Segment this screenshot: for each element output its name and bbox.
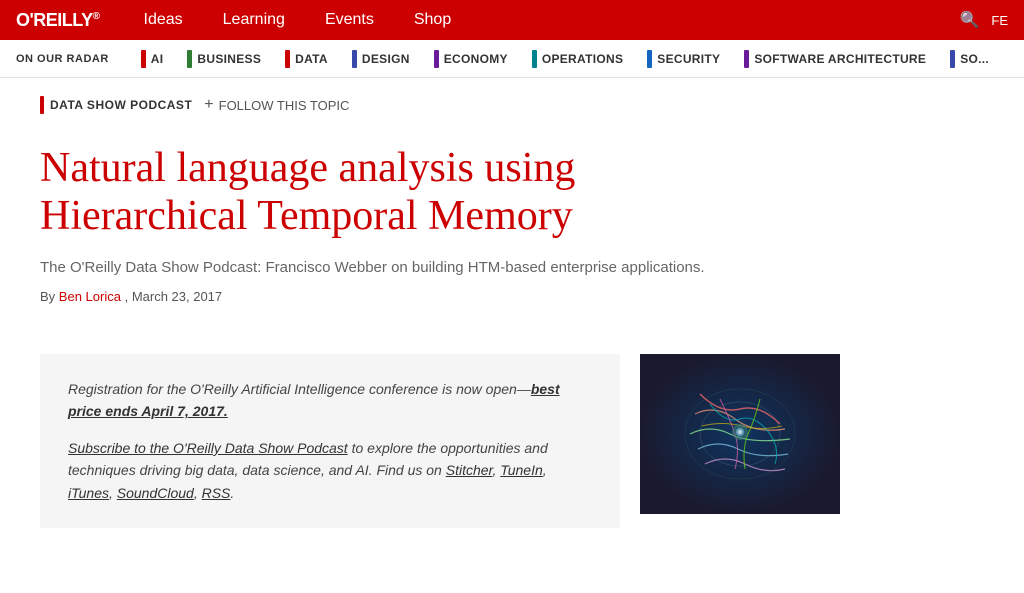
author-link[interactable]: Ben Lorica <box>59 289 121 304</box>
subscribe-link[interactable]: Subscribe to the O'Reilly Data Show Podc… <box>68 440 348 456</box>
main-content: Natural language analysis using Hierarch… <box>0 124 820 334</box>
security-dot <box>647 50 652 68</box>
radar-topic-software-architecture[interactable]: SOFTWARE ARCHITECTURE <box>732 50 938 68</box>
radar-topic-business[interactable]: BUSINESS <box>175 50 273 68</box>
data-dot <box>285 50 290 68</box>
nav-right-icons: 🔍 FE <box>959 10 1008 30</box>
logo-area[interactable]: O'REILLY® <box>16 10 100 31</box>
software-architecture-label: SOFTWARE ARCHITECTURE <box>754 52 926 66</box>
callout-section: Registration for the O'Reilly Artificial… <box>0 354 1024 528</box>
article-byline: By Ben Lorica , March 23, 2017 <box>40 289 780 304</box>
itunes-link[interactable]: iTunes <box>68 485 109 501</box>
article-title: Natural language analysis using Hierarch… <box>40 144 780 241</box>
ai-dot <box>141 50 146 68</box>
data-label: DATA <box>295 52 328 66</box>
article-date: March 23, 2017 <box>132 289 222 304</box>
plus-icon: + <box>204 96 213 114</box>
breadcrumb-bar: DATA SHOW PODCAST + FOLLOW THIS TOPIC <box>0 78 1024 124</box>
period: . <box>230 485 234 501</box>
more-dot <box>950 50 955 68</box>
radar-label: ON OUR RADAR <box>16 53 109 65</box>
podcast-badge-label: DATA SHOW PODCAST <box>50 98 192 112</box>
rss-link[interactable]: RSS <box>202 485 231 501</box>
byline-comma: , <box>125 289 132 304</box>
radar-topic-data[interactable]: DATA <box>273 50 340 68</box>
comma-4: , <box>194 485 202 501</box>
radar-topic-ai[interactable]: AI <box>129 50 176 68</box>
article-image <box>640 354 840 514</box>
radar-topic-economy[interactable]: ECONOMY <box>422 50 520 68</box>
radar-topic-more[interactable]: SO... <box>938 50 1001 68</box>
operations-label: OPERATIONS <box>542 52 623 66</box>
radar-topic-security[interactable]: SECURITY <box>635 50 732 68</box>
soundcloud-link[interactable]: SoundCloud <box>117 485 194 501</box>
radar-topic-operations[interactable]: OPERATIONS <box>520 50 635 68</box>
callout-paragraph-2: Subscribe to the O'Reilly Data Show Podc… <box>68 437 592 504</box>
operations-dot <box>532 50 537 68</box>
radar-topics: AI BUSINESS DATA DESIGN ECONOMY OPERATIO… <box>129 50 1001 68</box>
logo[interactable]: O'REILLY® <box>16 10 100 31</box>
more-label: SO... <box>960 52 989 66</box>
callout-p1-text: Registration for the O'Reilly Artificial… <box>68 381 531 397</box>
article-subtitle: The O'Reilly Data Show Podcast: Francisc… <box>40 257 780 280</box>
security-label: SECURITY <box>657 52 720 66</box>
nav-links: Ideas Learning Events Shop <box>124 0 472 40</box>
radar-bar: ON OUR RADAR AI BUSINESS DATA DESIGN ECO… <box>0 40 1024 78</box>
comma-2: , <box>543 462 547 478</box>
logo-registered: ® <box>93 11 100 22</box>
software-architecture-dot <box>744 50 749 68</box>
design-label: DESIGN <box>362 52 410 66</box>
comma-3: , <box>109 485 117 501</box>
radar-topic-design[interactable]: DESIGN <box>340 50 422 68</box>
nav-events[interactable]: Events <box>305 0 394 40</box>
economy-label: ECONOMY <box>444 52 508 66</box>
byline-prefix: By <box>40 289 55 304</box>
follow-topic-label: FOLLOW THIS TOPIC <box>219 98 350 113</box>
nav-shop[interactable]: Shop <box>394 0 471 40</box>
badge-bar-icon <box>40 96 44 114</box>
nav-learning[interactable]: Learning <box>203 0 305 40</box>
tunein-link[interactable]: TuneIn <box>500 462 543 478</box>
callout-box: Registration for the O'Reilly Artificial… <box>40 354 620 528</box>
design-dot <box>352 50 357 68</box>
search-icon[interactable]: 🔍 <box>959 10 979 30</box>
callout-paragraph-1: Registration for the O'Reilly Artificial… <box>68 378 592 423</box>
business-dot <box>187 50 192 68</box>
economy-dot <box>434 50 439 68</box>
ai-label: AI <box>151 52 164 66</box>
stitcher-link[interactable]: Stitcher <box>446 462 493 478</box>
profile-icon[interactable]: FE <box>991 13 1008 28</box>
podcast-badge[interactable]: DATA SHOW PODCAST <box>40 96 192 114</box>
nav-ideas[interactable]: Ideas <box>124 0 203 40</box>
follow-topic-button[interactable]: + FOLLOW THIS TOPIC <box>204 96 349 114</box>
business-label: BUSINESS <box>197 52 261 66</box>
top-navigation: O'REILLY® Ideas Learning Events Shop 🔍 F… <box>0 0 1024 40</box>
